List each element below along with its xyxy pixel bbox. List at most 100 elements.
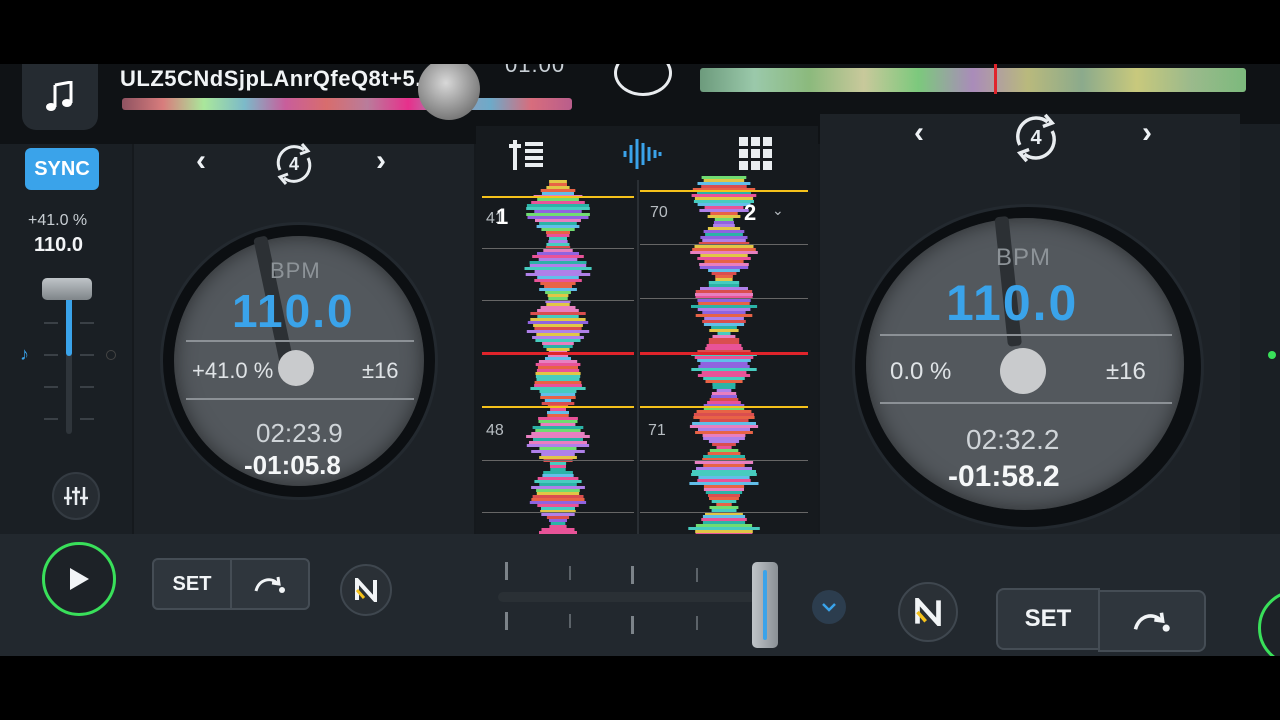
waveform-slice bbox=[550, 465, 566, 468]
waveform-slice bbox=[692, 470, 756, 473]
waveform-slice bbox=[550, 522, 566, 525]
waveform-slice bbox=[533, 324, 583, 327]
fader-tick bbox=[44, 354, 58, 356]
waveform-slice bbox=[703, 488, 744, 491]
waveform-slice bbox=[701, 185, 747, 188]
waveform-slice bbox=[540, 282, 576, 285]
waveform-slice bbox=[547, 294, 569, 297]
waveform-slice bbox=[534, 210, 582, 213]
deck1-neural-mix-button[interactable] bbox=[340, 564, 392, 616]
waveform-slice bbox=[547, 411, 569, 414]
tab-mixer[interactable] bbox=[508, 134, 548, 174]
waveform-slice bbox=[542, 342, 574, 345]
waveform-slice bbox=[541, 402, 575, 405]
waveform-slice bbox=[532, 336, 584, 339]
waveform-slice bbox=[693, 416, 755, 419]
waveform-slice bbox=[711, 395, 737, 398]
pitch-bpm-label: 110.0 bbox=[34, 234, 83, 256]
waveform-slice bbox=[708, 440, 740, 443]
deck1-loop-button[interactable]: 4 bbox=[268, 140, 320, 188]
deck1-scrolling-waveform[interactable] bbox=[482, 180, 634, 549]
deck2-neural-mix-button[interactable] bbox=[898, 582, 958, 642]
pitch-fader-handle[interactable] bbox=[42, 278, 92, 300]
waveform-slice bbox=[689, 482, 759, 485]
waveform-slice bbox=[702, 311, 746, 314]
waveform-slice bbox=[536, 492, 580, 495]
waveform-slice bbox=[538, 258, 578, 261]
waveform-slice bbox=[705, 380, 743, 383]
waveform-slice bbox=[526, 204, 590, 207]
crossfader-handle-line bbox=[763, 570, 767, 640]
deck1-set-cue-button[interactable]: SET bbox=[152, 558, 232, 610]
deck2-elapsed-time: 02:32.2 bbox=[966, 424, 1060, 455]
deck1-bpm-value: 110.0 bbox=[232, 285, 355, 337]
deck2-loop-decrease-button[interactable]: ‹ bbox=[914, 116, 924, 150]
sync-button[interactable]: SYNC bbox=[25, 148, 99, 190]
waveform-slice bbox=[526, 330, 590, 333]
waveform-slice bbox=[535, 375, 581, 378]
deck1-bpm-label: BPM bbox=[270, 258, 321, 283]
deck2-loop-increase-button[interactable]: › bbox=[1142, 116, 1152, 150]
waveform-slice bbox=[703, 230, 745, 233]
waveform-slice bbox=[535, 339, 581, 342]
waveform-slice bbox=[698, 476, 750, 479]
deck1-loop-increase-button[interactable]: › bbox=[376, 144, 386, 178]
waveform-slice bbox=[698, 302, 750, 305]
deck1-jump-cue-button[interactable] bbox=[230, 558, 310, 610]
deck2-remaining-time: -01:58.2 bbox=[948, 460, 1060, 493]
track-time-top: 01:00 bbox=[505, 64, 566, 77]
deck2-pitch-percent: 0.0 % bbox=[890, 358, 952, 385]
waveform-slice bbox=[537, 276, 579, 279]
waveform-slice bbox=[526, 213, 590, 216]
deck1-loop-beats: 4 bbox=[288, 153, 299, 174]
waveform-slice bbox=[540, 189, 576, 192]
waveform-slice bbox=[540, 423, 576, 426]
waveform-slice bbox=[709, 497, 739, 500]
chevron-down-icon[interactable]: ⌄ bbox=[772, 202, 784, 219]
deck1-overview-waveform[interactable] bbox=[122, 98, 572, 110]
waveform-slice bbox=[713, 224, 735, 227]
waveform-slice bbox=[537, 366, 578, 369]
waveform-slice bbox=[529, 264, 587, 267]
tab-pads[interactable] bbox=[736, 134, 776, 174]
music-library-button[interactable] bbox=[22, 64, 98, 130]
waveform-slice bbox=[696, 410, 752, 413]
waveform-slice bbox=[712, 335, 736, 338]
waveform-slice bbox=[538, 417, 578, 420]
waveform-slice bbox=[693, 413, 755, 416]
tab-waveform[interactable] bbox=[620, 134, 664, 174]
waveform-slice bbox=[695, 431, 753, 434]
crossfader-track[interactable] bbox=[498, 592, 756, 602]
eq-settings-button[interactable] bbox=[52, 472, 100, 520]
waveform-slice bbox=[701, 371, 747, 374]
deck2-jump-cue-button[interactable] bbox=[1098, 590, 1206, 652]
deck1-loop-decrease-button[interactable]: ‹ bbox=[196, 144, 206, 178]
waveform-slice bbox=[702, 239, 746, 242]
waveform-slice bbox=[534, 279, 582, 282]
crossfader-handle[interactable] bbox=[752, 562, 778, 648]
crossfader-options-button[interactable] bbox=[812, 590, 846, 624]
waveform-slice bbox=[532, 426, 584, 429]
deck1-play-button[interactable] bbox=[42, 542, 116, 616]
deck1-jog-center bbox=[278, 350, 314, 386]
deck2-loop-button[interactable]: 4 bbox=[1006, 110, 1066, 166]
deck2-set-cue-button[interactable]: SET bbox=[996, 588, 1100, 650]
waveform-slice bbox=[702, 320, 746, 323]
waveform-slice bbox=[538, 360, 578, 363]
waveform-slice bbox=[692, 422, 756, 425]
waveform-slice bbox=[699, 266, 749, 269]
beat-grid-line bbox=[640, 244, 808, 245]
waveform-slice bbox=[540, 393, 576, 396]
waveform-slice bbox=[537, 309, 579, 312]
waveform-slice bbox=[546, 243, 570, 246]
playhead-line bbox=[482, 352, 634, 355]
beat-grid-line bbox=[482, 196, 634, 198]
waveform-slice bbox=[541, 228, 575, 231]
deck2-status-dot bbox=[1268, 351, 1276, 359]
beat-grid-line bbox=[640, 512, 808, 513]
deck2-overview-waveform[interactable] bbox=[700, 68, 1246, 92]
waveform-slice bbox=[695, 530, 753, 533]
waveform-slice bbox=[688, 527, 760, 530]
deck2-scrolling-waveform[interactable] bbox=[640, 176, 808, 548]
waveform-slice bbox=[529, 441, 587, 444]
